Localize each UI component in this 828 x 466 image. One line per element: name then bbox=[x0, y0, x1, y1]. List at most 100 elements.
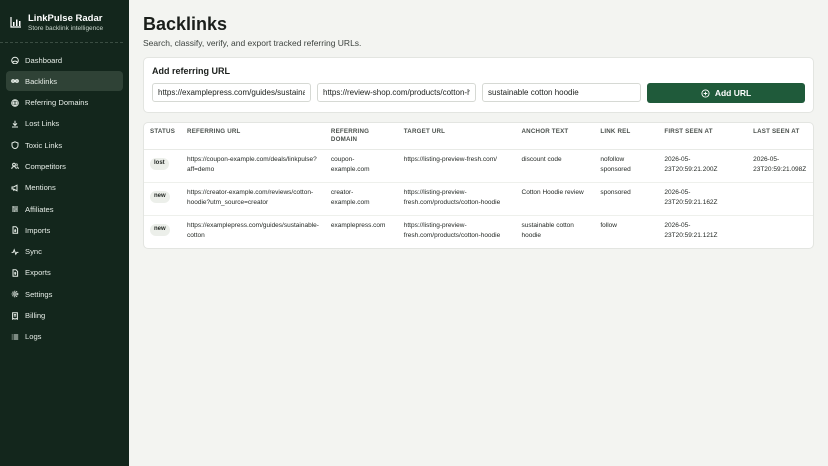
sidebar-item-label: Billing bbox=[25, 311, 46, 321]
sidebar-item-label: Toxic Links bbox=[25, 140, 63, 150]
file-import-icon bbox=[12, 226, 19, 235]
sidebar-item-settings[interactable]: Settings bbox=[6, 284, 123, 304]
table-row[interactable]: new https://examplepress.com/guides/susta… bbox=[144, 216, 813, 249]
referring-url-input[interactable] bbox=[152, 83, 311, 102]
sidebar-item-label: Mentions bbox=[25, 183, 56, 193]
cell-status: lost bbox=[144, 149, 182, 183]
cell-referring-domain: examplepress.com bbox=[330, 222, 386, 229]
sidebar-item-billing[interactable]: Billing bbox=[6, 306, 123, 326]
status-badge: lost bbox=[150, 158, 169, 170]
cell-target-url: https://listing-preview-fresh.com/ bbox=[397, 149, 516, 183]
cell-referring-domain: creator-example.com bbox=[324, 182, 398, 216]
sidebar-item-lost-links[interactable]: Lost Links bbox=[6, 114, 123, 134]
add-form-title: Add referring URL bbox=[152, 66, 231, 76]
column-header-status[interactable]: STATUS bbox=[144, 123, 182, 150]
sidebar-item-referring-domains[interactable]: Referring Domains bbox=[6, 93, 123, 113]
sidebar-item-label: Lost Links bbox=[25, 119, 60, 129]
cell-first-seen: 2026-05-23T20:59:21.162Z bbox=[658, 182, 748, 216]
page-title: Backlinks bbox=[143, 14, 228, 34]
main-content: Backlinks Search, classify, verify, and … bbox=[129, 0, 828, 466]
app-name: LinkPulse Radar bbox=[28, 13, 103, 24]
column-header-first-seen-at[interactable]: FIRST SEEN AT bbox=[658, 123, 748, 150]
megaphone-icon bbox=[11, 184, 18, 192]
page-subtitle: Search, classify, verify, and export tra… bbox=[143, 38, 362, 48]
sidebar-item-toxic-links[interactable]: Toxic Links bbox=[6, 135, 123, 155]
cell-referring-url: https://examplepress.com/guides/sustaina… bbox=[187, 222, 319, 239]
column-header-referring-domain[interactable]: REFERRING DOMAIN bbox=[324, 123, 398, 150]
link-icon bbox=[11, 79, 19, 84]
sidebar-nav: Dashboard Backlinks Referring Domains Lost … bbox=[0, 43, 129, 347]
cell-first-seen: 2026-05-23T20:59:21.200Z bbox=[658, 149, 748, 183]
sidebar-item-label: Backlinks bbox=[25, 76, 58, 86]
sidebar-item-imports[interactable]: Imports bbox=[6, 220, 123, 240]
app-root: LinkPulse Radar Store backlink intellige… bbox=[0, 0, 828, 466]
globe-icon bbox=[11, 98, 19, 107]
table-row[interactable]: new https://creator-example.com/reviews/c… bbox=[144, 182, 813, 216]
backlinks-table-card: STATUS REFERRING URL REFERRING DOMAIN TARGE… bbox=[143, 122, 814, 249]
sidebar: LinkPulse Radar Store backlink intellige… bbox=[0, 0, 129, 466]
sidebar-item-label: Competitors bbox=[25, 161, 66, 171]
cell-referring-url: https://creator-example.com/reviews/cott… bbox=[181, 182, 325, 216]
sidebar-item-dashboard[interactable]: Dashboard bbox=[6, 50, 123, 70]
sliders-icon bbox=[12, 206, 18, 212]
sidebar-item-label: Referring Domains bbox=[25, 98, 89, 108]
dashboard-icon bbox=[11, 56, 19, 64]
bar-chart-icon bbox=[10, 17, 21, 28]
cell-referring-domain: coupon-example.com bbox=[324, 149, 398, 183]
cell-link-rel: nofollow sponsored bbox=[594, 149, 659, 183]
sidebar-item-exports[interactable]: Exports bbox=[6, 263, 123, 283]
table-row[interactable]: lost https://coupon-example.com/deals/lin… bbox=[144, 149, 813, 183]
cell-link-rel: follow bbox=[600, 222, 617, 229]
cell-status: new bbox=[144, 216, 181, 249]
cell-anchor-text: sustainable cotton hoodie bbox=[521, 222, 574, 239]
add-form-row: Add URL bbox=[152, 83, 805, 103]
cell-first-seen: 2026-05-23T20:59:21.121Z bbox=[664, 222, 718, 239]
receipt-icon bbox=[12, 311, 18, 320]
add-referring-url-card: Add referring URL Add URL bbox=[143, 57, 814, 113]
pulse-icon bbox=[11, 248, 19, 256]
backlinks-table: STATUS REFERRING URL REFERRING DOMAIN TARGE… bbox=[144, 123, 813, 248]
cell-anchor-text: discount code bbox=[515, 149, 595, 183]
anchor-text-input[interactable] bbox=[482, 83, 641, 102]
column-header-link-rel[interactable]: LINK REL bbox=[594, 123, 659, 150]
sidebar-item-label: Settings bbox=[25, 289, 53, 299]
shield-icon bbox=[11, 141, 19, 150]
table-body: lost https://coupon-example.com/deals/lin… bbox=[144, 149, 813, 249]
cell-last-seen: 2026-05-23T20:59:21.098Z bbox=[747, 149, 813, 183]
sidebar-item-label: Sync bbox=[25, 247, 42, 257]
status-badge: new bbox=[150, 224, 170, 236]
cell-last-seen bbox=[747, 182, 813, 216]
cell-status: new bbox=[144, 182, 182, 216]
cell-target-url: https://listing-preview-fresh.com/produc… bbox=[397, 182, 516, 216]
cell-anchor-text: Cotton Hoodie review bbox=[515, 182, 595, 216]
file-export-icon bbox=[12, 269, 19, 277]
sidebar-item-backlinks[interactable]: Backlinks bbox=[6, 71, 123, 92]
sidebar-item-mentions[interactable]: Mentions bbox=[6, 178, 123, 198]
cell-link-rel: sponsored bbox=[594, 182, 659, 216]
status-badge: new bbox=[150, 191, 170, 203]
column-header-referring-url[interactable]: REFERRING URL bbox=[181, 123, 325, 150]
sidebar-item-label: Dashboard bbox=[25, 55, 63, 65]
sidebar-item-affiliates[interactable]: Affiliates bbox=[6, 199, 123, 219]
column-header-anchor-text[interactable]: ANCHOR TEXT bbox=[515, 123, 595, 150]
column-header-last-seen-at[interactable]: LAST SEEN AT bbox=[747, 123, 813, 150]
sidebar-item-label: Exports bbox=[25, 268, 51, 278]
list-icon bbox=[11, 334, 19, 340]
target-url-input[interactable] bbox=[317, 83, 476, 102]
app-tagline: Store backlink intelligence bbox=[28, 25, 104, 32]
cell-referring-url: https://coupon-example.com/deals/linkpul… bbox=[181, 149, 325, 183]
sidebar-item-label: Logs bbox=[25, 332, 42, 342]
plus-circle-icon bbox=[701, 88, 710, 98]
table-header-row: STATUS REFERRING URL REFERRING DOMAIN TARGE… bbox=[144, 123, 813, 150]
add-url-label: Add URL bbox=[714, 88, 752, 98]
sidebar-item-logs[interactable]: Logs bbox=[6, 327, 123, 347]
people-icon bbox=[11, 163, 19, 170]
gear-icon bbox=[11, 290, 19, 298]
sidebar-item-competitors[interactable]: Competitors bbox=[6, 156, 123, 176]
sidebar-item-label: Affiliates bbox=[25, 204, 54, 214]
add-url-button[interactable]: Add URL bbox=[647, 83, 805, 103]
sidebar-item-label: Imports bbox=[25, 225, 51, 235]
column-header-target-url[interactable]: TARGET URL bbox=[397, 123, 516, 150]
download-icon bbox=[12, 120, 18, 128]
sidebar-item-sync[interactable]: Sync bbox=[6, 242, 123, 262]
